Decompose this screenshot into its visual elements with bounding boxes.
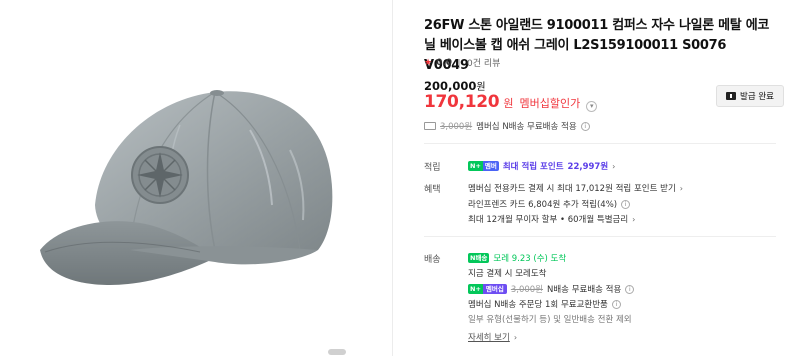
divider <box>392 0 393 356</box>
original-price: 200,000원 <box>424 78 486 93</box>
truck-icon <box>424 122 436 130</box>
divider <box>424 236 776 237</box>
rating-row[interactable]: ★ 0.0 0건 리뷰 <box>424 56 500 70</box>
product-image[interactable] <box>0 0 392 356</box>
separator <box>459 58 461 67</box>
more-link-row[interactable]: 자세히 보기 › <box>468 331 518 344</box>
review-count[interactable]: 0건 리뷰 <box>467 56 500 69</box>
benefit-text: 최대 12개월 무이자 할부 • 60개월 특별금리 <box>468 215 629 225</box>
delivery-arrival-row: N배송 모레 9.23 (수) 도착 <box>468 252 566 264</box>
more-link[interactable]: 자세히 보기 <box>468 331 510 343</box>
product-info-panel: 26FW 스톤 아일랜드 9100011 컴퍼스 자수 나일론 메탈 에코닐 베… <box>424 0 800 356</box>
original-price-value: 200,000 <box>424 79 477 93</box>
product-image-area <box>0 0 392 356</box>
arrival-sub-text: 지금 결제 시 모레도착 <box>468 269 547 279</box>
points-label: 적립 <box>424 163 441 173</box>
shipping-line: 3,000원 멤버십 N배송 무료배송 적용 i <box>424 120 590 132</box>
sale-label: 멤버십할인가 <box>519 97 581 110</box>
sale-price: 170,120 <box>424 92 500 112</box>
info-icon[interactable]: i <box>580 121 590 131</box>
return-text: 멤버십 N배송 주문당 1회 무료교환반품 <box>468 300 608 310</box>
chevron-right-icon: › <box>612 161 616 171</box>
badge-text: N+ <box>468 161 483 171</box>
sale-price-unit: 원 <box>503 97 514 110</box>
sale-price-row: 170,120 원 멤버십할인가 ▾ <box>424 92 598 112</box>
delivery-label: 배송 <box>424 255 441 265</box>
return-row: 멤버십 N배송 주문당 1회 무료교환반품 i <box>468 298 621 310</box>
divider <box>424 143 776 144</box>
shipping-text: 멤버십 N배송 무료배송 적용 <box>476 122 577 132</box>
badge-text: N+ <box>468 284 483 294</box>
chevron-right-icon: › <box>632 214 636 224</box>
info-icon[interactable]: i <box>621 199 631 209</box>
coupon-button[interactable]: 발급 완료 <box>716 85 784 107</box>
delivery-note-text: 일부 유형(선물하기 등) 및 일반배송 전환 제외 <box>468 315 632 325</box>
badge-sub-text: 멤버십 <box>482 284 507 294</box>
arrival-text: 모레 9.23 (수) 도착 <box>493 254 567 264</box>
member-shipping-text: N배송 무료배송 적용 <box>547 285 622 295</box>
points-row[interactable]: N+ 멤버 최대 적립 포인트 22,997원 › <box>468 160 615 172</box>
naver-plus-badge: N+ 멤버 <box>468 161 499 171</box>
benefit-text: 라인프렌즈 카드 6,804원 추가 적립(4%) <box>468 200 618 210</box>
member-strike-price: 3,000원 <box>510 285 543 295</box>
benefits-label: 혜택 <box>424 185 441 195</box>
star-icon: ★ <box>424 57 433 68</box>
chevron-down-icon[interactable]: ▾ <box>586 100 598 112</box>
rating-score: 0.0 <box>436 57 453 68</box>
arrival-sub: 지금 결제 시 모레도착 <box>468 267 547 279</box>
chevron-right-icon: › <box>513 332 518 342</box>
coupon-button-label: 발급 완료 <box>740 92 774 102</box>
benefit-item: 최대 12개월 무이자 할부 • 60개월 특별금리 › <box>468 213 636 226</box>
chevron-right-icon: › <box>679 183 683 193</box>
info-icon[interactable]: i <box>611 299 621 309</box>
delivery-note: 일부 유형(선물하기 등) 및 일반배송 전환 제외 <box>468 313 632 325</box>
naver-plus-badge: N+ 멤버십 <box>468 284 507 294</box>
carousel-indicator[interactable] <box>328 349 346 355</box>
n-delivery-badge: N배송 <box>468 253 490 263</box>
info-icon[interactable]: i <box>625 284 635 294</box>
badge-text: N배송 <box>468 253 490 263</box>
badge-sub-text: 멤버 <box>482 161 499 171</box>
benefit-item[interactable]: 멤버십 전용카드 결제 시 최대 17,012원 적립 포인트 받기 › <box>468 182 683 195</box>
benefit-item: 라인프렌즈 카드 6,804원 추가 적립(4%) i <box>468 198 631 210</box>
points-amount: 22,997원 <box>567 162 609 172</box>
benefit-text: 멤버십 전용카드 결제 시 최대 17,012원 적립 포인트 받기 <box>468 184 676 194</box>
shipping-strike-price: 3,000원 <box>440 122 473 132</box>
member-shipping-row: N+ 멤버십 3,000원 N배송 무료배송 적용 i <box>468 283 635 295</box>
points-text: 최대 적립 포인트 <box>502 162 564 172</box>
coupon-icon <box>726 92 736 100</box>
